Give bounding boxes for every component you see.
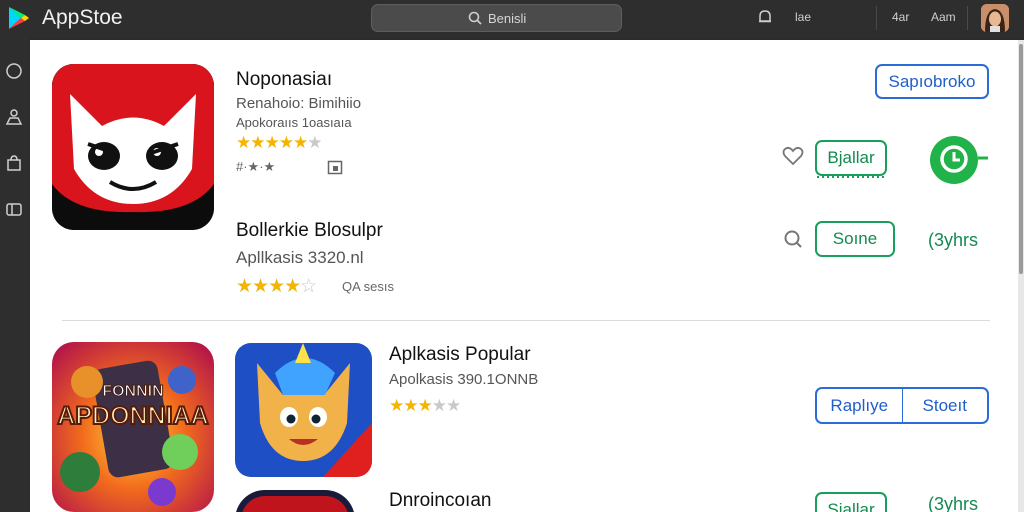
split-action-button: Raplıye Stoeıt (815, 387, 989, 424)
app-name[interactable]: Noponasiaı (236, 69, 332, 91)
whatsapp-icon[interactable] (928, 134, 990, 186)
app-developer: Renahoio: Bimihiio (236, 95, 362, 112)
install-button[interactable]: Bjallar (815, 140, 887, 176)
bag-icon[interactable] (5, 154, 23, 172)
size-label: (3yhrs (928, 230, 979, 250)
button-underline-dots (817, 176, 885, 178)
game-tile-title: APDONNIAA (57, 402, 208, 430)
app-meta: #·★·★ (236, 159, 276, 174)
store-button[interactable]: Stoeıt (903, 389, 988, 422)
search-icon (468, 11, 482, 25)
play-store-logo-icon[interactable] (8, 6, 30, 30)
rating-stars: ★★★★☆ (236, 276, 317, 297)
scrollbar-thumb[interactable] (1019, 44, 1023, 274)
red-mascot-icon (52, 64, 214, 230)
blue-cat-icon (235, 343, 372, 477)
app-meta: QA sesıs (342, 279, 395, 294)
search-placeholder: Benisli (488, 11, 527, 26)
library-icon[interactable] (5, 200, 23, 218)
left-rail (0, 38, 29, 512)
top-bar: AppStoe Benisli lae 4ar Aam (0, 0, 1024, 38)
app-developer: Apolkasis 390.1ONNB (389, 371, 539, 388)
app-icon-blue-cat[interactable] (235, 343, 372, 477)
app-title: AppStoe (42, 6, 123, 29)
topbar-item-1[interactable]: lae (795, 10, 811, 24)
app-icon-partial[interactable] (235, 490, 355, 512)
search-input[interactable]: Benisli (371, 4, 622, 32)
app-icon-game[interactable]: FONNIN APDONNIAA (52, 342, 214, 512)
topbar-divider (967, 6, 968, 30)
bell-icon[interactable] (757, 9, 773, 25)
topbar-item-3[interactable]: Aam (931, 10, 956, 24)
app-name[interactable]: Aplkasis Popular (389, 344, 531, 366)
app-icon-red-mascot[interactable] (52, 64, 214, 230)
install-button[interactable]: Sjallar (815, 492, 887, 512)
wishlist-heart-icon[interactable] (782, 146, 804, 166)
avatar[interactable] (981, 4, 1009, 32)
search-app-icon[interactable] (783, 229, 803, 249)
size-label: (3yhrs (928, 494, 979, 512)
calendar-icon (327, 160, 343, 175)
home-circle-icon[interactable] (5, 62, 23, 80)
rating-stars: ★★★★★★ (236, 133, 322, 152)
app-name[interactable]: Dnroincoıan (389, 490, 491, 512)
topbar-item-2[interactable]: 4ar (892, 10, 909, 24)
install-button[interactable]: Soıne (815, 221, 895, 257)
reply-button[interactable]: Raplıye (817, 389, 903, 422)
game-tile-subtitle: FONNIN (102, 383, 163, 400)
app-category: Apokoraııs 1oasıaıa (236, 115, 352, 130)
topbar-divider (876, 6, 877, 30)
user-face-icon (981, 4, 1009, 32)
game-art-icon: FONNIN APDONNIAA (52, 342, 214, 512)
app-action-button[interactable]: Sapıobroko (875, 64, 989, 99)
app-name[interactable]: Bollerkie Blosulpr (236, 220, 383, 242)
person-icon[interactable] (5, 108, 23, 126)
rating-stars: ★★★★★ (389, 396, 461, 415)
section-divider (62, 320, 990, 321)
app-developer: Apllkasis 3320.nl (236, 248, 364, 267)
